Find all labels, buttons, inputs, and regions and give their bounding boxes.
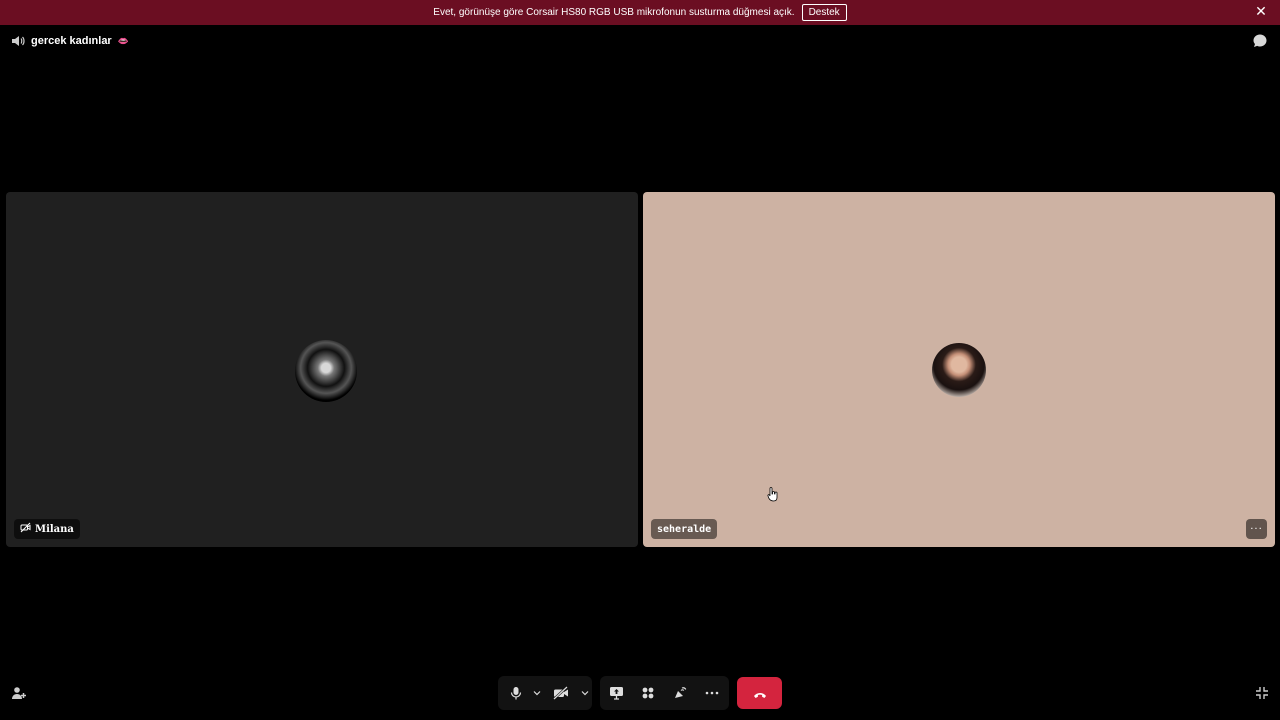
participant-name-tag: Milana: [14, 519, 80, 539]
banner-message: Evet, görünüşe göre Corsair HS80 RGB USB…: [433, 7, 795, 18]
audio-video-controls: [498, 676, 592, 710]
lips-emoji: 👄: [117, 35, 129, 46]
camera-off-icon: [20, 522, 31, 536]
chevron-down-icon[interactable]: [578, 676, 592, 710]
more-icon[interactable]: [696, 676, 728, 710]
notice-banner: Evet, görünüşe göre Corsair HS80 RGB USB…: [0, 0, 1280, 25]
exit-fullscreen-icon[interactable]: [1255, 685, 1269, 704]
activity-controls: [600, 676, 729, 710]
participant-tile-milana[interactable]: Milana: [6, 192, 638, 547]
microphone-icon[interactable]: [502, 676, 530, 710]
camera-off-icon[interactable]: [544, 676, 578, 710]
hang-up-button[interactable]: [737, 677, 782, 709]
channel-name: gercek kadınlar: [31, 35, 112, 47]
participant-name: seheralde: [657, 523, 712, 535]
avatar: [295, 340, 357, 402]
screen-share-icon[interactable]: [600, 676, 632, 710]
hand-cursor-icon: [767, 486, 779, 506]
close-icon[interactable]: ✕: [1254, 5, 1268, 19]
speaker-icon: [11, 34, 25, 48]
more-options-button[interactable]: ···: [1246, 519, 1267, 539]
chevron-down-icon[interactable]: [530, 676, 544, 710]
participant-tile-seheralde[interactable]: seheralde ···: [643, 192, 1275, 547]
invite-icon[interactable]: [11, 685, 27, 705]
channel-header: gercek kadınlar 👄: [11, 33, 129, 49]
avatar: [932, 343, 986, 397]
support-button[interactable]: Destek: [801, 4, 847, 21]
hang-up-icon: [753, 684, 767, 703]
activities-icon[interactable]: [632, 676, 664, 710]
chat-icon[interactable]: [1252, 33, 1268, 53]
participant-name: Milana: [35, 523, 74, 535]
soundboard-icon[interactable]: [664, 676, 696, 710]
participant-name-tag: seheralde: [651, 519, 718, 539]
